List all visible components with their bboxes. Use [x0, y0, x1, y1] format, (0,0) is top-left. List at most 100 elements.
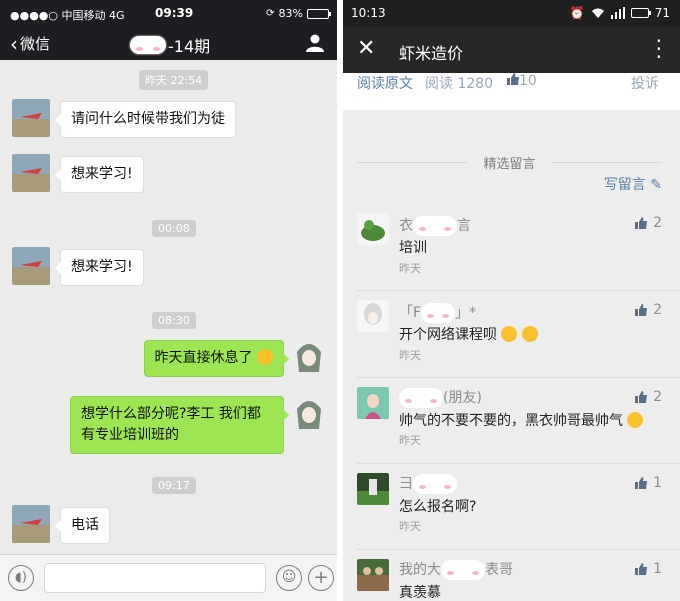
account-title: 虾米造价	[399, 44, 464, 63]
message-bubble-in[interactable]: 电话	[55, 507, 110, 544]
message-bubble-in[interactable]: 想来学习!	[55, 156, 144, 193]
censor-sticker	[413, 216, 457, 236]
commenter-name: 我的大 表哥	[399, 560, 513, 580]
timestamp: 昨天 22:54	[139, 70, 209, 90]
comment-date: 昨天	[399, 349, 421, 362]
status-time: 09:39	[155, 6, 194, 20]
avatar[interactable]	[357, 387, 389, 419]
timestamp: 09:17	[152, 477, 196, 494]
comment-like-button[interactable]: 2	[635, 389, 662, 405]
more-options-icon[interactable]: · · ·	[656, 31, 662, 67]
timestamp: 08:30	[152, 312, 196, 329]
comment-date: 昨天	[399, 262, 421, 275]
divider	[357, 549, 680, 550]
thumb-up-icon	[635, 477, 648, 489]
input-bar: ◖) ☺ +	[0, 554, 337, 601]
censor-sticker	[399, 388, 443, 408]
message-bubble-out[interactable]: 昨天直接休息了	[143, 340, 290, 377]
commenter-name: 衣言	[399, 216, 471, 236]
thumb-up-icon	[635, 217, 648, 229]
battery-icon	[630, 8, 651, 18]
close-icon[interactable]: ✕	[357, 36, 375, 61]
grin-emoji-icon	[627, 412, 644, 428]
message-bubble-in[interactable]: 请问什么时候带我们为徒	[55, 101, 236, 138]
divider	[357, 463, 680, 464]
avatar[interactable]	[357, 213, 389, 245]
divider	[357, 377, 680, 378]
back-label: 微信	[20, 35, 51, 53]
comment-like-button[interactable]: 2	[635, 302, 662, 318]
chevron-left-icon: ‹	[10, 31, 18, 56]
back-button[interactable]: ‹ 微信	[10, 33, 50, 54]
voice-input-icon[interactable]: ◖)	[8, 565, 34, 591]
my-avatar[interactable]	[291, 395, 327, 431]
comment-text: 帅气的不要不要的，黑衣帅哥最帅气	[399, 410, 644, 430]
message-text-line2: 有专业培训班的	[81, 427, 179, 443]
chat-title-text: -14期	[168, 37, 211, 56]
write-comment-button[interactable]: 写留言 ✎	[604, 174, 662, 194]
comment-like-button[interactable]: 1	[635, 475, 662, 491]
censor-sticker	[421, 303, 456, 323]
commenter-name: 彐	[399, 473, 457, 494]
battery-percent: 83%	[278, 7, 303, 20]
carrier-signal: ●●●●○ 中国移动 4G	[10, 9, 125, 22]
battery-icon	[307, 8, 331, 19]
avatar[interactable]	[12, 154, 50, 192]
comment-text: 开个网络课程呗	[399, 324, 538, 344]
thumb-up-icon	[635, 391, 648, 403]
battery-percent: 71	[654, 6, 670, 20]
plus-icon[interactable]: +	[308, 565, 334, 591]
alarm-icon: ⏰	[569, 6, 585, 20]
censor-sticker	[130, 36, 166, 54]
comment-text: 真羡慕	[399, 585, 441, 601]
signal-icon	[610, 7, 625, 19]
grin-emoji-icon	[521, 326, 538, 342]
like-count: 10	[519, 73, 537, 89]
pencil-icon: ✎	[650, 177, 662, 193]
status-bar: 10:13 ⏰ 71	[343, 0, 680, 27]
comment-text: 怎么报名啊?	[399, 499, 477, 515]
message-bubble-out[interactable]: 想学什么部分呢?李工 我们都 有专业培训班的	[70, 396, 289, 454]
commenter-name: (朋友)	[399, 387, 482, 408]
emoji-icon[interactable]: ☺	[276, 565, 302, 591]
message-text: 昨天直接休息了	[154, 350, 253, 366]
comment-text: 培训	[399, 240, 427, 256]
article-like-button[interactable]: 10	[507, 73, 537, 89]
divider	[357, 290, 680, 291]
laugh-cry-emoji-icon	[257, 349, 273, 365]
write-comment-label: 写留言	[603, 177, 646, 193]
censor-sticker	[441, 560, 485, 580]
avatar[interactable]	[12, 505, 50, 543]
article-nav-bar: ✕ 虾米造价 · · ·	[343, 27, 680, 73]
avatar[interactable]	[12, 99, 50, 137]
avatar[interactable]	[357, 559, 389, 591]
chat-title: -14期	[130, 33, 210, 57]
battery-indicator: ⟳ 83%	[266, 7, 331, 20]
report-link[interactable]: 投诉	[631, 73, 659, 93]
rotation-lock-icon: ⟳	[266, 8, 275, 19]
message-bubble-in[interactable]: 想来学习!	[55, 249, 144, 286]
timestamp: 00:08	[152, 220, 196, 237]
chat-nav-bar: ‹ 微信 -14期	[0, 27, 337, 60]
avatar[interactable]	[357, 473, 389, 505]
article-footer: 阅读原文 阅读 1280 10 投诉	[343, 73, 680, 110]
message-input[interactable]	[44, 563, 266, 593]
my-avatar[interactable]	[291, 338, 327, 374]
comment-date: 昨天	[399, 434, 421, 447]
thumb-up-icon	[635, 563, 648, 575]
avatar[interactable]	[357, 300, 389, 332]
commenter-name: 「F 」*	[399, 303, 477, 323]
comment-like-button[interactable]: 1	[635, 561, 662, 577]
read-count: 阅读 1280	[425, 76, 494, 92]
wifi-icon	[591, 8, 604, 18]
article-screen: 10:13 ⏰ 71 ✕ 虾米造价 · · · 阅读原文 阅读 1280 10 投诉…	[343, 0, 680, 601]
comment-like-button[interactable]: 2	[635, 215, 662, 231]
grin-emoji-icon	[501, 326, 518, 342]
read-original-link[interactable]: 阅读原文	[357, 73, 413, 93]
avatar[interactable]	[12, 247, 50, 285]
featured-comments-heading: 精选留言	[357, 153, 662, 172]
message-text-line1: 想学什么部分呢?李工 我们都	[81, 406, 261, 422]
chat-screen: ●●●●○ 中国移动 4G 09:39 ⟳ 83% ‹ 微信 -14期 昨天 2…	[0, 0, 337, 601]
contact-info-icon[interactable]	[305, 33, 325, 53]
status-bar: ●●●●○ 中国移动 4G 09:39 ⟳ 83%	[0, 0, 337, 27]
